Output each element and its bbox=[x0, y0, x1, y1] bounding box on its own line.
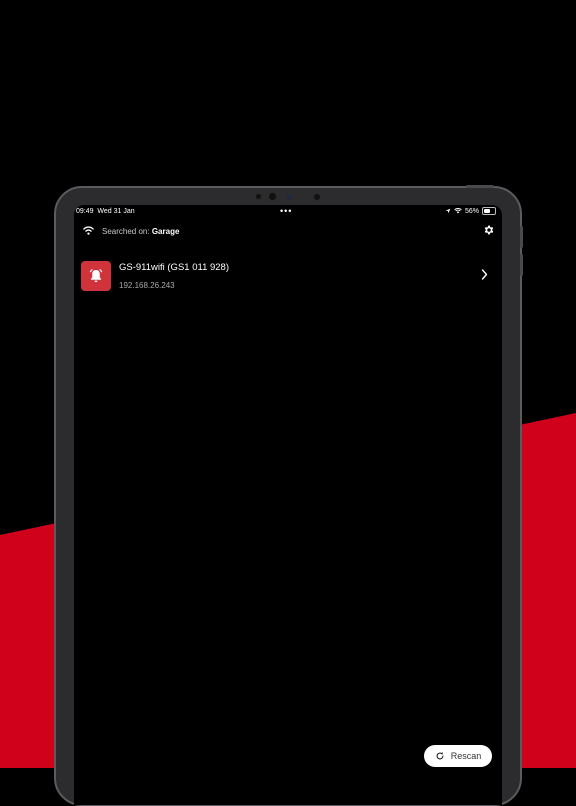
device-icon-tile bbox=[81, 261, 111, 291]
battery-percent: 56% bbox=[464, 207, 479, 215]
device-name: GS-911wifi (GS1 011 928) bbox=[119, 262, 230, 273]
alarm-bell-icon bbox=[89, 269, 103, 283]
ipad-volume-up-button bbox=[520, 226, 523, 248]
battery-icon bbox=[482, 207, 496, 215]
device-ip-address: 192.168.26.243 bbox=[119, 281, 175, 290]
battery-fill bbox=[484, 209, 490, 213]
network-name: Garage bbox=[151, 227, 180, 236]
camera-sensor bbox=[268, 192, 277, 201]
status-indicators: 56% bbox=[445, 207, 496, 215]
refresh-icon bbox=[436, 752, 444, 760]
gear-icon[interactable] bbox=[483, 224, 495, 236]
rescan-label: Rescan bbox=[450, 751, 482, 761]
camera-lens bbox=[286, 194, 292, 200]
multitasking-dots[interactable]: ••• bbox=[280, 206, 292, 216]
status-bar: 09:49 Wed 31 Jan ••• 56% bbox=[74, 205, 502, 219]
ipad-volume-down-button bbox=[520, 254, 523, 276]
wifi-icon bbox=[83, 226, 94, 235]
camera-sensor bbox=[313, 193, 321, 201]
device-list-item[interactable]: GS-911wifi (GS1 011 928) 192.168.26.243 bbox=[74, 257, 502, 297]
app-screen: 09:49 Wed 31 Jan ••• 56% Searched on: Ga… bbox=[74, 205, 502, 805]
network-header: Searched on: Garage bbox=[74, 223, 502, 241]
wifi-status-icon bbox=[454, 208, 462, 214]
camera-sensor bbox=[255, 193, 262, 200]
location-arrow-icon bbox=[445, 208, 451, 214]
ipad-top-button bbox=[466, 185, 494, 188]
rescan-button[interactable]: Rescan bbox=[424, 745, 492, 767]
searched-on-text: Searched on: Garage bbox=[102, 227, 180, 236]
chevron-right-icon[interactable] bbox=[481, 269, 488, 280]
status-time: 09:49 Wed 31 Jan bbox=[76, 208, 135, 215]
